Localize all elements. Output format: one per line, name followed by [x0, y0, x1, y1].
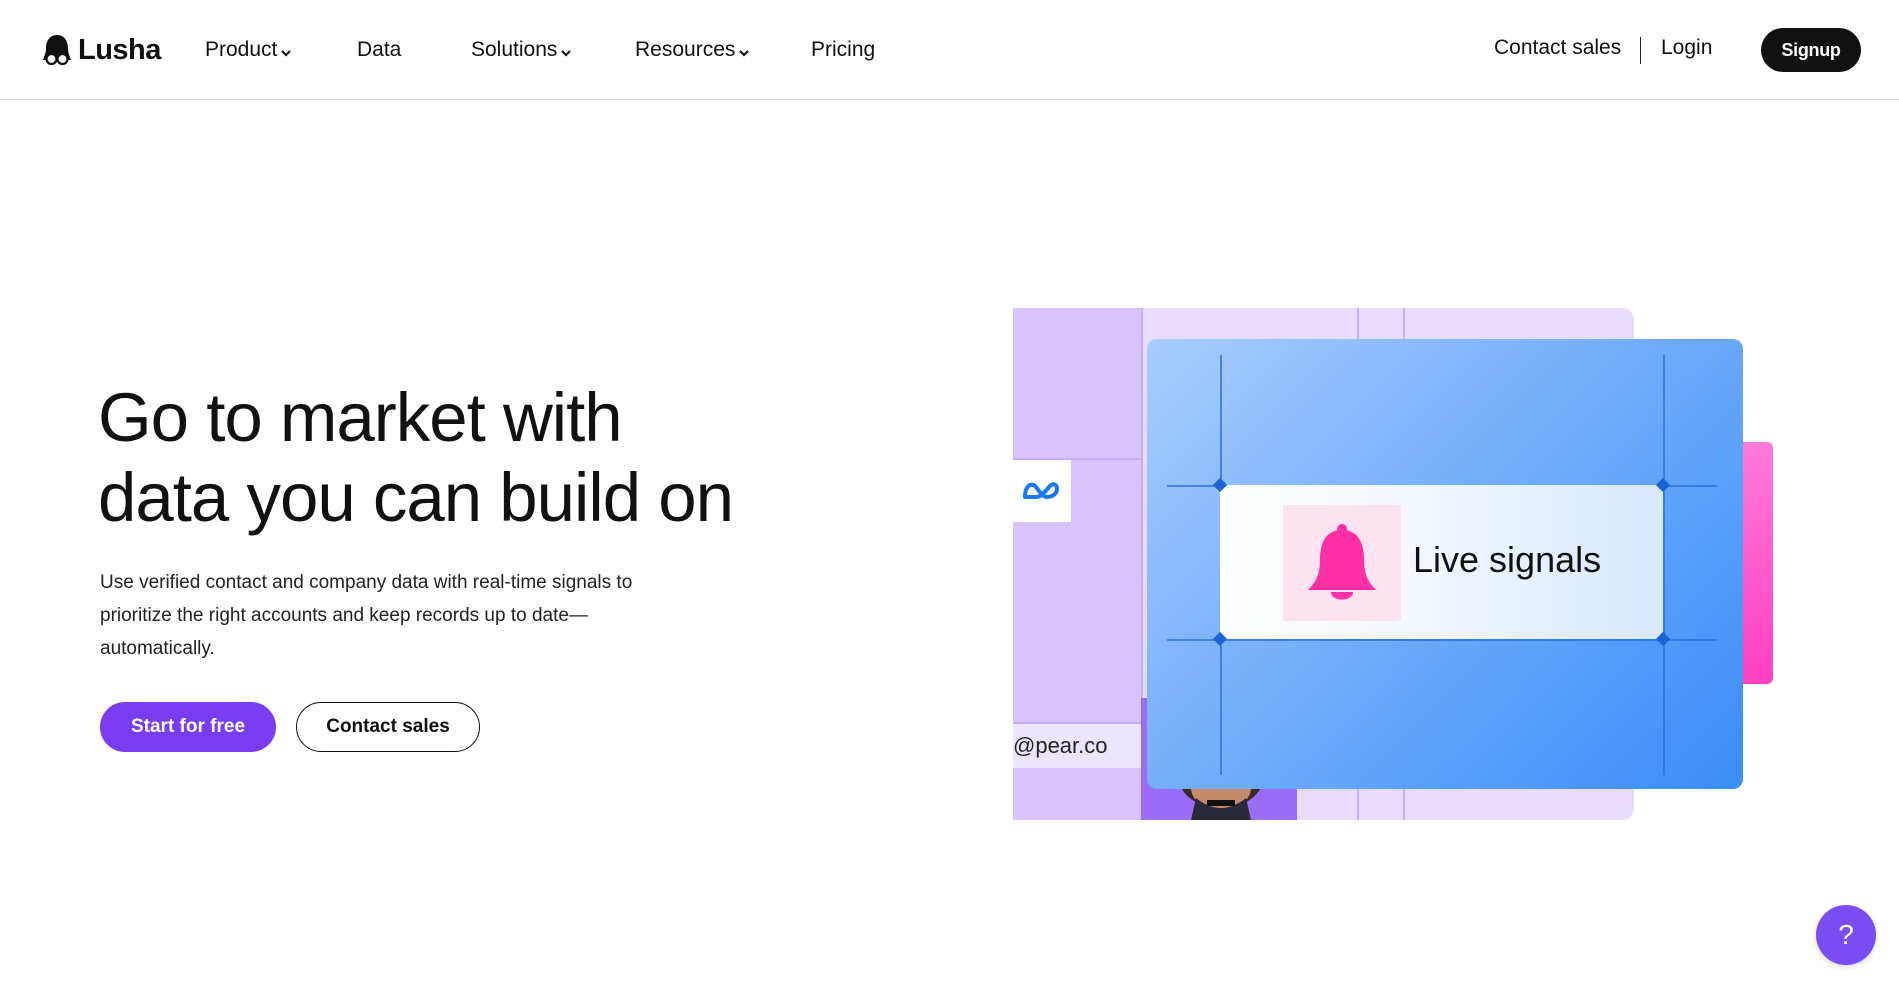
nav-item-pricing[interactable]: Pricing: [811, 38, 875, 62]
signup-button[interactable]: Signup: [1761, 28, 1861, 72]
company-logo-tile: [1013, 460, 1071, 522]
hero-title-line: data you can build on: [98, 459, 734, 536]
hero-title-line: Go to market with: [98, 379, 623, 456]
nav-item-product[interactable]: Product: [205, 38, 292, 62]
site-header: Lusha Product Data Solutions Resources P…: [0, 0, 1899, 100]
login-link[interactable]: Login: [1661, 36, 1712, 60]
lusha-logo-icon: [43, 35, 71, 66]
logo[interactable]: Lusha: [42, 30, 161, 70]
nav-item-label: Solutions: [471, 38, 558, 61]
nav-item-label: Product: [205, 38, 278, 61]
nav-item-data[interactable]: Data: [357, 38, 401, 62]
contact-sales-link[interactable]: Contact sales: [1494, 36, 1621, 60]
meta-logo-icon: [1023, 482, 1059, 499]
bell-icon: [1308, 524, 1376, 600]
nav-item-resources[interactable]: Resources: [635, 38, 750, 62]
help-icon: ?: [1838, 919, 1854, 950]
hero-title: Go to market with data you can build on: [98, 378, 798, 538]
help-button[interactable]: ?: [1816, 905, 1876, 965]
signal-card: Live signals: [1147, 339, 1743, 789]
hero-subtitle: Use verified contact and company data wi…: [100, 572, 633, 659]
hero-illustration: @pear.co Live signals: [1013, 308, 1803, 820]
nav-item-label: Data: [357, 38, 402, 61]
live-signals-label: Live signals: [1413, 539, 1602, 580]
bell-tile: [1283, 505, 1401, 621]
logo-text: Lusha: [78, 33, 161, 66]
live-signals-box: Live signals: [1220, 485, 1663, 639]
nav-item-label: Resources: [635, 38, 736, 61]
contact-sales-button[interactable]: Contact sales: [296, 702, 480, 752]
email-snippet: @pear.co: [1013, 724, 1141, 768]
grid-line: [1167, 639, 1717, 641]
nav-item-label: Pricing: [811, 38, 876, 61]
nav-item-solutions[interactable]: Solutions: [471, 38, 572, 62]
chevron-down-icon: [739, 50, 750, 57]
header-divider: [1640, 37, 1641, 64]
chevron-down-icon: [281, 50, 292, 57]
grid-line: [1663, 355, 1665, 775]
start-for-free-button[interactable]: Start for free: [100, 702, 276, 752]
chevron-down-icon: [561, 50, 572, 57]
